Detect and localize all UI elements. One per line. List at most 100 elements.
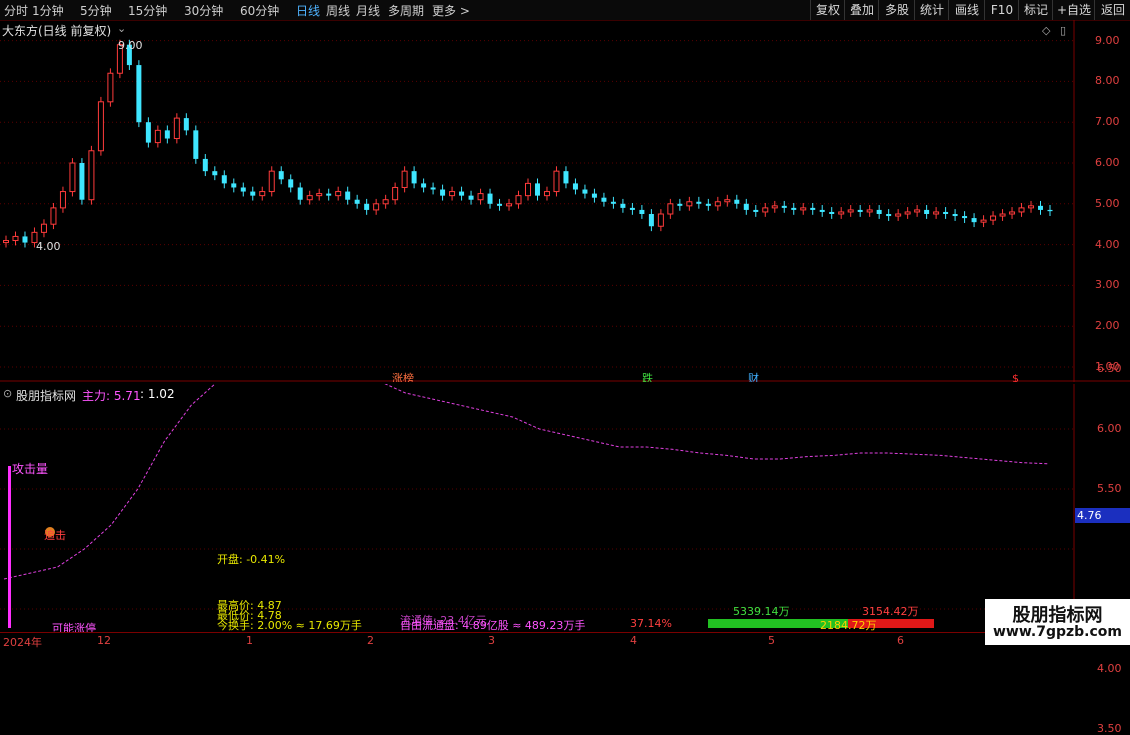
candle-body [534,183,540,196]
candle-body [250,191,256,196]
candle-body [22,236,28,243]
candle-body [686,201,693,207]
back-button[interactable]: 返回 [1094,0,1130,20]
marker-finance[interactable]: 财 [748,371,759,382]
marker-dollar[interactable]: $ [1012,372,1019,382]
candle-body [449,191,456,197]
period-tab-15min[interactable]: 15分钟 [128,2,167,19]
candle-body [629,207,635,210]
period-tab-60min[interactable]: 60分钟 [240,2,279,19]
candle-body [88,150,95,201]
draw-line-button[interactable]: 画线 [948,0,985,20]
period-tab-weekly[interactable]: 周线 [326,2,350,19]
candle-body [487,193,493,204]
candle-body [657,213,664,227]
candle-body [306,195,313,201]
diamond-icon[interactable]: ◇ [1042,24,1051,37]
candle-body [980,219,987,223]
attack-volume-bar [8,466,11,628]
candle-body [724,199,731,203]
f10-button[interactable]: F10 [984,0,1019,20]
candle-body [364,203,370,210]
adjust-button[interactable]: 复权 [810,0,845,20]
candle-body [231,183,237,188]
period-tab-1min[interactable]: 1分钟 [32,2,64,19]
candle-body [791,207,797,210]
candle-body [904,211,911,215]
period-tab-monthly[interactable]: 月线 [356,2,380,19]
candle-body [221,175,227,184]
candle-body [173,117,180,140]
candle-body [1047,209,1053,212]
period-tab-5min[interactable]: 5分钟 [80,2,112,19]
candle-body [696,201,702,204]
candle-body [886,214,892,217]
candle-body [497,203,503,206]
candlestick-chart[interactable]: 9.00 4.00 涨榜 跌 财 $ ◇ ▯ [0,20,1130,382]
candle-body [525,182,531,197]
candle-body [240,187,246,192]
add-watchlist-button[interactable]: +自选 [1052,0,1095,20]
candle-body [183,118,189,131]
mark-button[interactable]: 标记 [1018,0,1053,20]
candle-body [382,199,389,205]
candle-body [762,207,769,213]
candle-body [212,171,218,176]
candle-body [40,223,47,233]
candle-body [914,209,921,213]
overlay-button[interactable]: 叠加 [844,0,879,20]
candle-body [477,193,484,201]
candle-body [924,209,930,214]
candle-body [354,199,360,204]
current-price-tag: 4.76 [1075,508,1130,523]
attack-volume-label: 攻击量 [12,462,49,476]
main-force-line [3,384,1049,580]
date-label: 5 [768,634,775,647]
candle-body [136,65,142,123]
candle-body [145,122,151,143]
candle-body [753,209,759,212]
candle-body [373,203,380,211]
period-tab-more[interactable]: 更多 > [432,2,470,19]
period-tab-multi[interactable]: 多周期 [388,2,424,19]
price-tick-label: 5.00 [1095,196,1120,210]
indicator-menu-icon[interactable]: ⊙ [3,387,12,400]
indicator-title[interactable]: 股朋指标网 [16,387,76,404]
candle-body [1028,205,1035,209]
candle-body [440,189,446,196]
marker-fall[interactable]: 跌 [642,371,653,382]
candle-body [326,193,332,196]
candle-body [572,183,578,190]
panel-menu-icon[interactable]: ▯ [1060,24,1066,37]
candle-body [829,211,835,214]
indicator-tick-label: 6.50 [1097,362,1122,375]
candle-body [3,240,9,244]
period-tab-30min[interactable]: 30分钟 [184,2,223,19]
date-label: 3 [488,634,495,647]
price-tick-label: 3.00 [1095,278,1120,292]
date-label: 2024年 [3,636,42,649]
candle-body [107,72,114,103]
chevron-down-icon[interactable]: ⌄ [117,22,126,35]
candle-body [819,209,825,212]
period-tab-daily[interactable]: 日线 [296,2,320,19]
statistics-button[interactable]: 统计 [914,0,949,20]
indicator-chart[interactable] [0,384,1130,632]
candle-body [800,207,807,211]
candle-body [543,191,550,197]
candle-body [648,214,654,227]
period-tab-intraday[interactable]: 分时 [4,2,28,19]
marker-rise-list[interactable]: 涨榜 [392,371,414,382]
candle-body [345,191,351,200]
candle-body [847,209,854,213]
candle-body [69,162,76,193]
multi-stock-button[interactable]: 多股 [878,0,915,20]
candle-body [515,195,522,205]
price-tick-label: 6.00 [1095,156,1120,169]
candle-body [781,205,787,208]
candle-body [335,191,342,197]
candle-body [164,130,170,139]
candle-body [591,193,597,198]
candle-body [866,209,873,213]
candle-body [259,191,266,197]
